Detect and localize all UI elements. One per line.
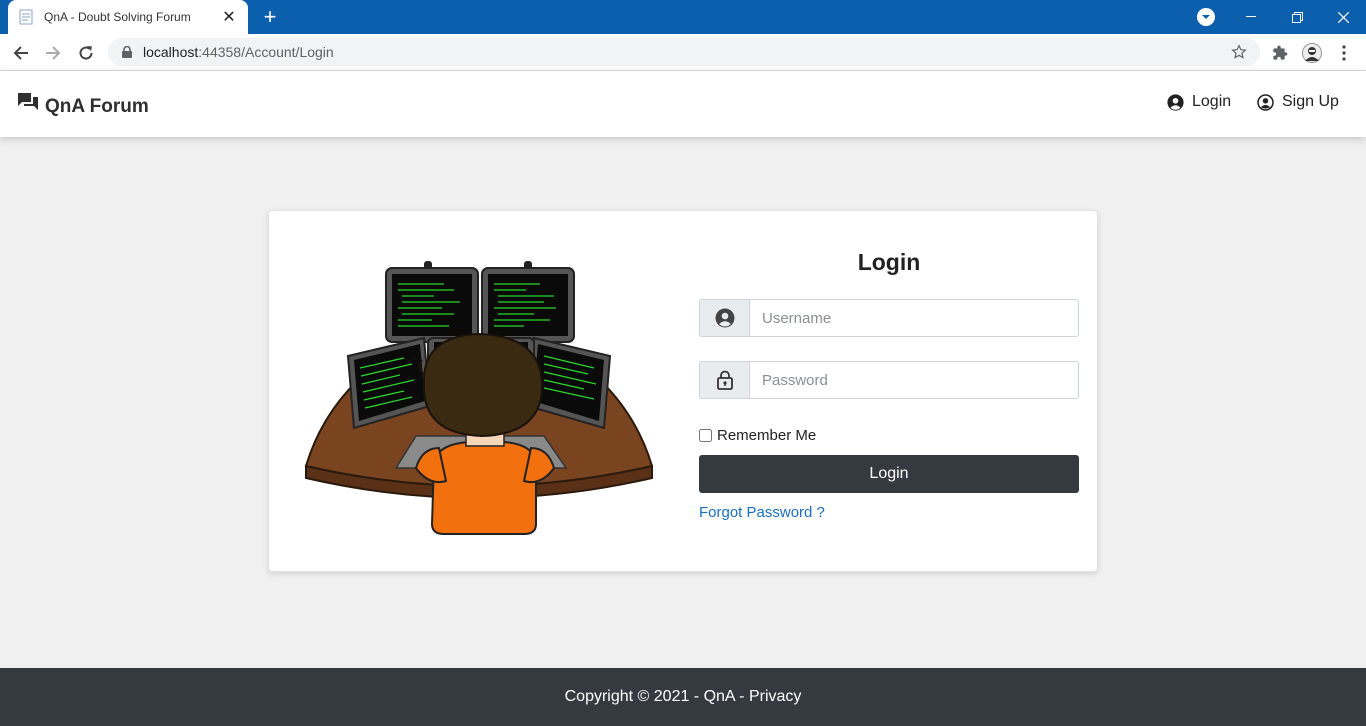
back-arrow-icon[interactable] — [8, 40, 34, 66]
nav-signup-link[interactable]: Sign Up — [1256, 93, 1339, 111]
site-navbar: QnA Forum Login Sign Up — [0, 71, 1366, 137]
site-footer: Copyright © 2021 - QnA - Privacy — [0, 668, 1366, 726]
remember-me-label: Remember Me — [717, 427, 817, 444]
bookmark-star-icon[interactable] — [1230, 43, 1248, 61]
close-window-icon[interactable] — [1320, 0, 1366, 34]
close-tab-icon[interactable]: ✕ — [220, 8, 238, 26]
remember-me-checkbox[interactable] — [699, 429, 712, 442]
chat-bubbles-icon — [17, 92, 39, 117]
login-card: Login Remember Me Login Forgot Password … — [268, 210, 1098, 572]
profile-avatar[interactable] — [1299, 40, 1325, 66]
username-group — [699, 299, 1079, 337]
copyright-text: Copyright © 2021 - QnA - — [564, 688, 745, 705]
page-favicon-icon — [18, 9, 34, 25]
remember-me[interactable]: Remember Me — [699, 427, 816, 444]
user-circle-outline-icon — [1256, 93, 1274, 111]
browser-tab-strip: QnA - Doubt Solving Forum ✕ + — [0, 0, 1366, 34]
browser-toolbar: localhost:44358/Account/Login — [0, 34, 1366, 71]
password-input[interactable] — [749, 361, 1079, 399]
extensions-puzzle-icon[interactable] — [1267, 40, 1293, 66]
brand-name: QnA Forum — [45, 96, 149, 117]
username-input[interactable] — [749, 299, 1079, 337]
url-host: localhost — [143, 44, 199, 60]
brand-logo-link[interactable]: QnA Forum — [17, 90, 149, 118]
browser-tab[interactable]: QnA - Doubt Solving Forum ✕ — [8, 0, 248, 34]
reload-icon[interactable] — [73, 40, 99, 66]
restore-window-icon[interactable] — [1274, 0, 1320, 34]
new-tab-plus-icon[interactable]: + — [258, 4, 282, 29]
lock-icon — [699, 361, 749, 399]
secure-lock-icon — [120, 45, 134, 59]
user-circle-icon — [699, 299, 749, 337]
login-title: Login — [857, 249, 921, 275]
tab-search-dropdown-icon[interactable] — [1197, 8, 1215, 26]
user-circle-icon — [1166, 93, 1184, 111]
tab-title: QnA - Doubt Solving Forum — [44, 10, 191, 24]
nav-signup-label: Sign Up — [1282, 93, 1339, 110]
address-bar[interactable]: localhost:44358/Account/Login — [108, 38, 1260, 66]
nav-login-label: Login — [1192, 93, 1232, 110]
forward-arrow-icon[interactable] — [40, 40, 66, 66]
nav-login-link[interactable]: Login — [1166, 93, 1231, 111]
programmer-illustration — [304, 256, 654, 541]
url-path: :44358/Account/Login — [198, 44, 334, 60]
browser-menu-kebab-icon[interactable] — [1331, 40, 1357, 66]
minimize-window-icon[interactable] — [1228, 0, 1274, 34]
forgot-password-link[interactable]: Forgot Password ? — [699, 504, 825, 521]
login-button[interactable]: Login — [699, 455, 1079, 493]
privacy-link[interactable]: Privacy — [749, 688, 801, 706]
password-group — [699, 361, 1079, 399]
